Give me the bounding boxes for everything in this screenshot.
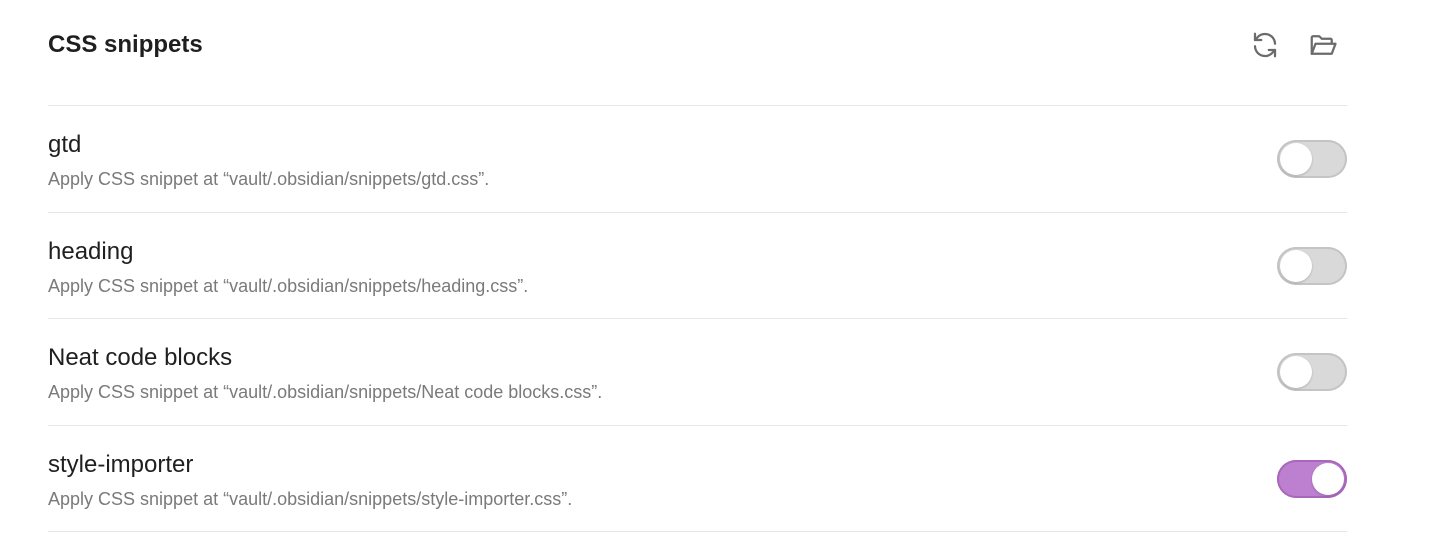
open-snippets-folder-button[interactable] [1307, 29, 1339, 61]
snippet-row: heading Apply CSS snippet at “vault/.obs… [48, 213, 1347, 319]
snippet-row: style-importer Apply CSS snippet at “vau… [48, 426, 1347, 532]
snippet-description: Apply CSS snippet at “vault/.obsidian/sn… [48, 382, 603, 402]
toggle-knob [1280, 249, 1312, 282]
snippet-name: heading [48, 237, 134, 265]
snippet-info: heading Apply CSS snippet at “vault/.obs… [48, 235, 528, 297]
snippet-toggle[interactable] [1277, 140, 1347, 178]
header-actions [1249, 29, 1339, 61]
section-title: CSS snippets [48, 30, 203, 58]
reload-snippets-button[interactable] [1249, 29, 1281, 61]
open-folder-icon [1310, 34, 1337, 55]
snippet-description: Apply CSS snippet at “vault/.obsidian/sn… [48, 169, 490, 189]
snippet-name: gtd [48, 131, 82, 158]
snippet-description: Apply CSS snippet at “vault/.obsidian/sn… [48, 275, 529, 296]
snippet-description: Apply CSS snippet at “vault/.obsidian/sn… [48, 488, 573, 509]
snippet-info: style-importer Apply CSS snippet at “vau… [48, 448, 572, 510]
snippet-info: Neat code blocks Apply CSS snippet at “v… [48, 341, 602, 403]
snippet-toggle[interactable] [1277, 459, 1347, 498]
css-snippets-panel: CSS snippets gtd Apply CSS snippet at “v… [48, 0, 1347, 532]
toggle-knob [1312, 462, 1344, 495]
snippet-name: style-importer [48, 450, 194, 478]
snippet-info: gtd Apply CSS snippet at “vault/.obsidia… [48, 128, 489, 190]
snippet-row: gtd Apply CSS snippet at “vault/.obsidia… [48, 106, 1347, 213]
reload-icon [1253, 32, 1277, 57]
section-header: CSS snippets [48, 0, 1347, 106]
toggle-knob [1280, 356, 1312, 388]
snippet-row: Neat code blocks Apply CSS snippet at “v… [48, 319, 1347, 426]
snippet-name: Neat code blocks [48, 344, 233, 371]
snippet-list: gtd Apply CSS snippet at “vault/.obsidia… [48, 106, 1347, 532]
toggle-knob [1280, 143, 1312, 175]
snippet-toggle[interactable] [1277, 246, 1347, 285]
snippet-toggle[interactable] [1277, 353, 1347, 391]
